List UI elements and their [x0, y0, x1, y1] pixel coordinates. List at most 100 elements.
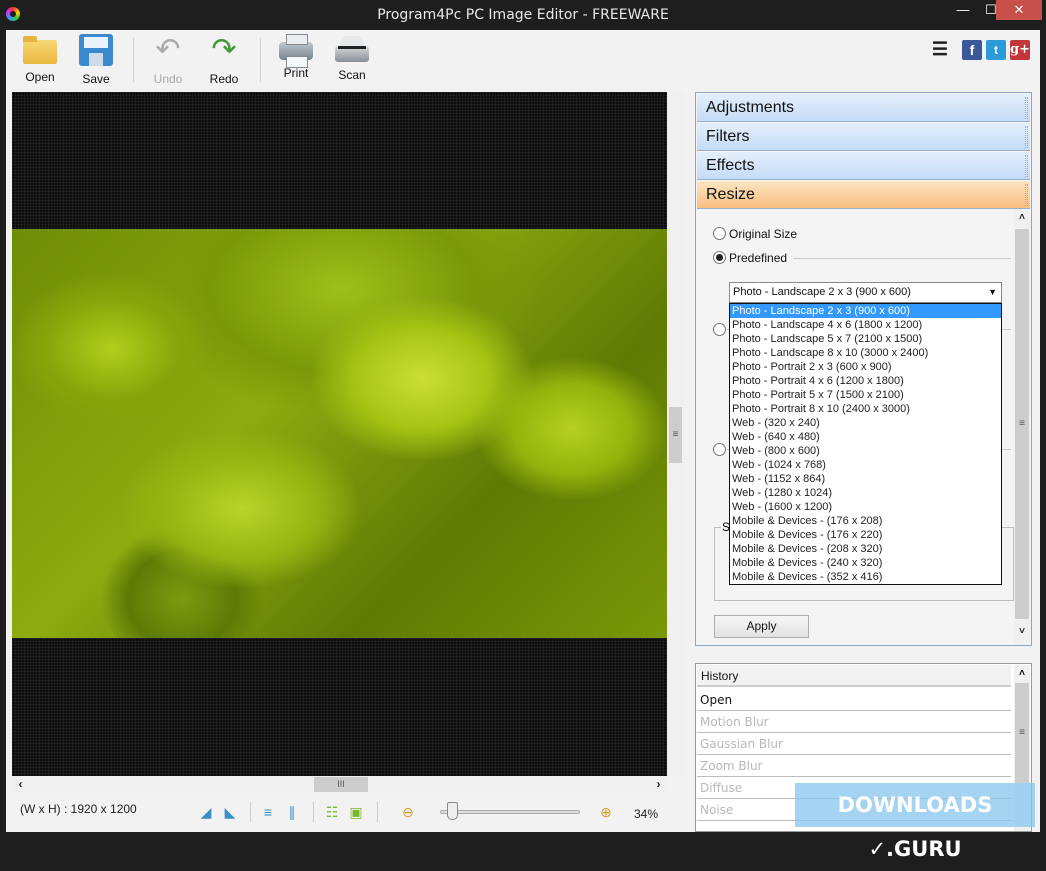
section-adjustments[interactable]: Adjustments [697, 94, 1030, 122]
preset-option[interactable]: Photo - Landscape 4 x 6 (1800 x 1200) [730, 318, 1001, 332]
scroll-up-icon[interactable]: ˄ [1014, 665, 1030, 682]
preset-option[interactable]: Photo - Landscape 5 x 7 (2100 x 1500) [730, 332, 1001, 346]
zoom-out-icon[interactable]: ⊖ [398, 802, 418, 822]
redo-label: Redo [209, 72, 239, 86]
section-resize[interactable]: Resize [697, 181, 1030, 209]
tool-separator [250, 802, 251, 822]
rotate-right-icon[interactable]: ◢ [196, 802, 216, 822]
watermark: DOWNLOADS ✓.GURU [795, 783, 1035, 861]
scrollbar-thumb[interactable]: ≡ [669, 407, 682, 463]
undo-arrow-icon: ↶ [155, 33, 181, 66]
image-dimensions: (W x H) : 1920 x 1200 [20, 802, 137, 816]
preset-option[interactable]: Photo - Portrait 4 x 6 (1200 x 1800) [730, 374, 1001, 388]
grip-icon [1025, 155, 1028, 177]
preset-option[interactable]: Web - (1280 x 1024) [730, 486, 1001, 500]
zoom-in-icon[interactable]: ⊕ [596, 802, 616, 822]
scroll-up-icon[interactable]: ˄ [1014, 209, 1030, 226]
scan-button[interactable]: Scan [324, 34, 380, 90]
section-effects[interactable]: Effects [697, 152, 1030, 180]
preset-dropdown-list[interactable]: Photo - Landscape 2 x 3 (900 x 600) Photo… [729, 303, 1002, 585]
rotate-left-icon[interactable]: ◣ [220, 802, 240, 822]
history-item[interactable]: Zoom Blur [697, 755, 1011, 777]
scroll-right-icon[interactable]: › [650, 776, 667, 793]
grip-icon [1025, 97, 1028, 119]
window-title: Program4Pc PC Image Editor - FREEWARE [377, 7, 669, 23]
preset-option[interactable]: Mobile & Devices - (176 x 220) [730, 528, 1001, 542]
original-size-option[interactable]: Original Size [713, 227, 797, 241]
section-filters[interactable]: Filters [697, 123, 1030, 151]
zoom-percentage: 34% [634, 807, 659, 821]
open-button[interactable]: Open [12, 34, 68, 90]
grip-icon [1025, 184, 1028, 206]
preset-option[interactable]: Web - (1152 x 864) [730, 472, 1001, 486]
group-divider [793, 258, 1011, 259]
toolbar-separator [260, 38, 261, 82]
preset-option[interactable]: Web - (640 x 480) [730, 430, 1001, 444]
preset-select[interactable]: Photo - Landscape 2 x 3 (900 x 600) ▼ [729, 282, 1002, 303]
history-item[interactable]: Open [697, 689, 1011, 711]
grip-icon [1025, 126, 1028, 148]
open-label: Open [25, 70, 55, 84]
section-label: Effects [706, 157, 755, 174]
preset-option[interactable]: Web - (320 x 240) [730, 416, 1001, 430]
scroll-left-icon[interactable]: ‹ [12, 776, 29, 793]
actual-size-icon[interactable]: ☷ [322, 802, 342, 822]
preset-option[interactable]: Web - (1024 x 768) [730, 458, 1001, 472]
preset-option[interactable]: Photo - Portrait 2 x 3 (600 x 900) [730, 360, 1001, 374]
google-plus-icon[interactable]: g+ [1010, 40, 1030, 60]
folder-icon [23, 36, 57, 64]
original-size-radio[interactable] [713, 227, 726, 240]
dropdown-arrow-icon[interactable]: ▼ [988, 283, 997, 302]
custom-option[interactable] [713, 323, 729, 337]
main-window: Open Save ↶ Undo ↷ Redo Print Scan ☰ f t… [6, 30, 1040, 832]
preset-option[interactable]: Mobile & Devices - (352 x 416) [730, 570, 1001, 584]
fit-to-window-icon[interactable]: ▣ [346, 802, 366, 822]
percent-option[interactable] [713, 443, 729, 457]
flip-horizontal-icon[interactable]: ∥ [282, 802, 302, 822]
image-canvas[interactable] [12, 92, 667, 776]
panel-vertical-scrollbar[interactable]: ˄ ≡ ˅ [1014, 209, 1030, 645]
scrollbar-thumb[interactable]: III [314, 777, 368, 792]
tool-separator [313, 802, 314, 822]
title-bar: Program4Pc PC Image Editor - FREEWARE — … [0, 0, 1046, 30]
preset-option[interactable]: Mobile & Devices - (176 x 208) [730, 514, 1001, 528]
facebook-icon[interactable]: f [962, 40, 982, 60]
preset-option[interactable]: Web - (1600 x 1200) [730, 500, 1001, 514]
preset-option[interactable]: Photo - Portrait 8 x 10 (2400 x 3000) [730, 402, 1001, 416]
scrollbar-thumb[interactable]: ≡ [1015, 229, 1029, 619]
preset-option[interactable]: Photo - Landscape 8 x 10 (3000 x 2400) [730, 346, 1001, 360]
toolbar-separator [133, 38, 134, 82]
scroll-down-icon[interactable]: ˅ [1014, 623, 1030, 640]
preset-option[interactable]: Photo - Portrait 5 x 7 (1500 x 2100) [730, 388, 1001, 402]
flip-vertical-icon[interactable]: ≡ [258, 802, 278, 822]
print-button[interactable]: Print [268, 34, 324, 90]
close-button[interactable]: ✕ [996, 0, 1042, 20]
history-item[interactable]: Motion Blur [697, 711, 1011, 733]
predefined-radio[interactable] [713, 251, 726, 264]
percent-radio[interactable] [713, 443, 726, 456]
preset-option[interactable]: Mobile & Devices - (208 x 320) [730, 542, 1001, 556]
scrollbar-thumb[interactable]: ≡ [1015, 683, 1029, 783]
custom-radio[interactable] [713, 323, 726, 336]
preset-select-value: Photo - Landscape 2 x 3 (900 x 600) [733, 286, 911, 298]
zoom-slider-thumb[interactable] [447, 802, 458, 820]
save-button[interactable]: Save [68, 34, 124, 90]
twitter-icon[interactable]: t [986, 40, 1006, 60]
preset-option[interactable]: Mobile & Devices - (240 x 320) [730, 556, 1001, 570]
undo-button[interactable]: ↶ Undo [140, 34, 196, 90]
history-header: History [697, 665, 1011, 687]
preset-option[interactable]: Photo - Landscape 2 x 3 (900 x 600) [730, 304, 1001, 318]
section-label: Resize [706, 186, 755, 203]
predefined-option[interactable]: Predefined [713, 251, 787, 265]
apply-button[interactable]: Apply [714, 615, 809, 638]
canvas-vertical-scrollbar[interactable]: ≡ [667, 92, 684, 776]
canvas-horizontal-scrollbar[interactable]: ‹ III › [12, 776, 667, 793]
redo-button[interactable]: ↷ Redo [196, 34, 252, 90]
preset-option[interactable]: Web - (800 x 600) [730, 444, 1001, 458]
zoom-slider[interactable] [440, 810, 580, 814]
history-item[interactable]: Gaussian Blur [697, 733, 1011, 755]
scanner-icon [335, 46, 369, 62]
toolbar: Open Save ↶ Undo ↷ Redo Print Scan ☰ f t… [6, 30, 1040, 92]
menu-list-icon[interactable]: ☰ [930, 40, 950, 60]
minimize-button[interactable]: — [950, 0, 976, 20]
